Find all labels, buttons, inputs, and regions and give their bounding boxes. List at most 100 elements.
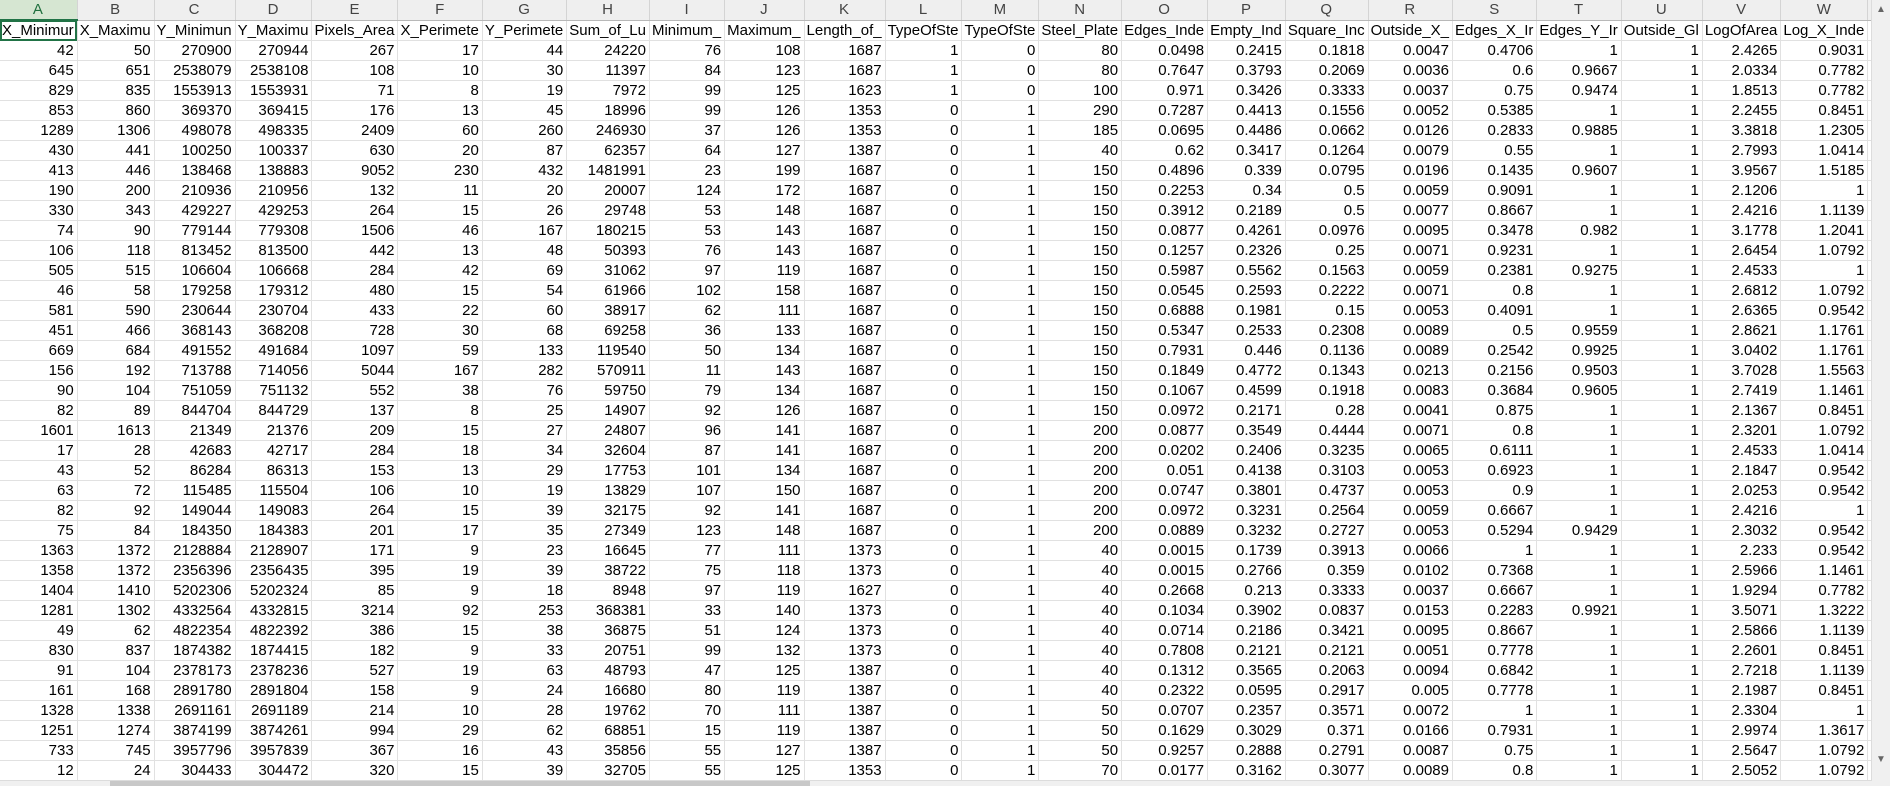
table-cell[interactable]: 1	[1621, 140, 1703, 161]
table-cell[interactable]: 2378236	[235, 660, 313, 681]
table-cell[interactable]: 40	[1038, 660, 1123, 681]
table-cell[interactable]: 290	[1038, 100, 1123, 121]
table-cell[interactable]: 100	[1038, 80, 1123, 101]
table-cell[interactable]: 1	[1536, 540, 1622, 561]
table-cell[interactable]: 1	[961, 660, 1040, 681]
table-cell[interactable]: 0.1257	[1121, 240, 1209, 261]
table-cell[interactable]: 1	[1536, 300, 1622, 321]
table-cell[interactable]: 33	[649, 600, 726, 621]
table-cell[interactable]: 59	[397, 340, 483, 361]
table-cell[interactable]: 149044	[154, 500, 236, 521]
table-cell[interactable]: 1	[1621, 280, 1703, 301]
table-cell[interactable]: 150	[1038, 180, 1123, 201]
table-cell[interactable]: 1	[961, 480, 1040, 501]
table-cell[interactable]: 669	[0, 340, 78, 361]
table-cell[interactable]: 16680	[566, 680, 650, 701]
table-cell[interactable]: 0.8667	[1452, 620, 1538, 641]
table-cell[interactable]: 15	[397, 620, 483, 641]
table-cell[interactable]: 26	[482, 200, 568, 221]
table-cell[interactable]: 1.0792	[1780, 240, 1869, 261]
table-cell[interactable]: 80	[649, 680, 726, 701]
table-cell[interactable]: 0.7287	[1121, 100, 1209, 121]
table-cell[interactable]: 1.0414	[1780, 440, 1869, 461]
table-cell[interactable]: 1	[1780, 260, 1869, 281]
table-cell[interactable]: 1687	[804, 40, 886, 61]
table-cell[interactable]: 1	[1536, 720, 1622, 741]
table-cell[interactable]: 829	[0, 80, 78, 101]
table-cell[interactable]: 2128884	[154, 540, 236, 561]
table-cell[interactable]: 76	[482, 380, 568, 401]
table-cell[interactable]: 0.3333	[1285, 580, 1369, 601]
table-cell[interactable]: 13829	[566, 480, 650, 501]
table-cell[interactable]: 0.0545	[1121, 280, 1209, 301]
table-cell[interactable]: 0	[885, 180, 963, 201]
table-cell[interactable]: 570911	[566, 360, 650, 381]
header-cell[interactable]: Edges_Y_Ir	[1536, 20, 1622, 41]
table-cell[interactable]: 284	[311, 440, 399, 461]
table-cell[interactable]: 0.4261	[1207, 220, 1286, 241]
table-cell[interactable]: 38	[397, 380, 483, 401]
table-cell[interactable]: 1	[961, 220, 1040, 241]
table-cell[interactable]: 168	[77, 680, 155, 701]
table-cell[interactable]: 0	[885, 440, 963, 461]
table-cell[interactable]: 184383	[235, 520, 313, 541]
column-header-g[interactable]: G	[482, 0, 568, 21]
table-cell[interactable]: 1	[961, 640, 1040, 661]
header-cell[interactable]: Maximum_	[724, 20, 805, 41]
table-cell[interactable]: 1	[961, 700, 1040, 721]
table-cell[interactable]: 156	[0, 360, 78, 381]
table-cell[interactable]: 0.359	[1285, 560, 1369, 581]
table-cell[interactable]: 9	[397, 640, 483, 661]
table-cell[interactable]: 2.7218	[1702, 660, 1782, 681]
table-cell[interactable]: 45	[482, 100, 568, 121]
table-cell[interactable]: 0.34	[1207, 180, 1286, 201]
table-cell[interactable]: 90	[77, 220, 155, 241]
table-cell[interactable]: 1.1139	[1780, 620, 1869, 641]
table-cell[interactable]: 1372	[77, 560, 155, 581]
table-cell[interactable]: 32604	[566, 440, 650, 461]
table-cell[interactable]: 104	[77, 660, 155, 681]
table-cell[interactable]: 9	[397, 540, 483, 561]
table-cell[interactable]: 1404	[0, 580, 78, 601]
table-cell[interactable]: 176	[311, 100, 399, 121]
table-cell[interactable]: 0.2542	[1452, 340, 1538, 361]
table-cell[interactable]: 1.9294	[1702, 580, 1782, 601]
table-cell[interactable]: 779144	[154, 220, 236, 241]
table-cell[interactable]: 1	[961, 320, 1040, 341]
table-cell[interactable]: 0	[885, 500, 963, 521]
table-cell[interactable]: 100250	[154, 140, 236, 161]
table-cell[interactable]: 1	[1621, 660, 1703, 681]
table-cell[interactable]: 0	[885, 640, 963, 661]
table-cell[interactable]: 180215	[566, 220, 650, 241]
table-cell[interactable]: 4822392	[235, 620, 313, 641]
table-cell[interactable]: 1373	[804, 600, 886, 621]
vertical-scrollbar[interactable]: ▲ ▼	[1871, 0, 1890, 786]
table-cell[interactable]: 179258	[154, 280, 236, 301]
table-cell[interactable]: 12	[0, 760, 78, 781]
table-cell[interactable]: 1	[961, 240, 1040, 261]
table-cell[interactable]: 0.2791	[1285, 740, 1369, 761]
table-cell[interactable]: 35	[482, 520, 568, 541]
table-cell[interactable]: 0.3684	[1452, 380, 1538, 401]
table-cell[interactable]: 149083	[235, 500, 313, 521]
table-cell[interactable]: 1	[1621, 620, 1703, 641]
table-cell[interactable]: 125	[724, 760, 805, 781]
table-cell[interactable]: 1	[961, 360, 1040, 381]
table-cell[interactable]: 21376	[235, 420, 313, 441]
column-header-i[interactable]: I	[649, 0, 726, 21]
table-cell[interactable]: 22	[397, 300, 483, 321]
table-cell[interactable]: 148	[724, 200, 805, 221]
table-cell[interactable]: 1687	[804, 60, 886, 81]
table-cell[interactable]: 304472	[235, 760, 313, 781]
table-cell[interactable]: 82	[0, 400, 78, 421]
header-cell[interactable]: Sum_of_Lu	[566, 20, 650, 41]
table-cell[interactable]: 0	[885, 520, 963, 541]
table-cell[interactable]: 53	[649, 200, 726, 221]
table-cell[interactable]: 0.3417	[1207, 140, 1286, 161]
table-cell[interactable]: 123	[649, 520, 726, 541]
table-cell[interactable]: 1.0792	[1780, 420, 1869, 441]
column-header-e[interactable]: E	[311, 0, 399, 21]
table-cell[interactable]: 0.0053	[1368, 460, 1454, 481]
table-cell[interactable]: 0.6888	[1121, 300, 1209, 321]
table-cell[interactable]: 13	[397, 240, 483, 261]
